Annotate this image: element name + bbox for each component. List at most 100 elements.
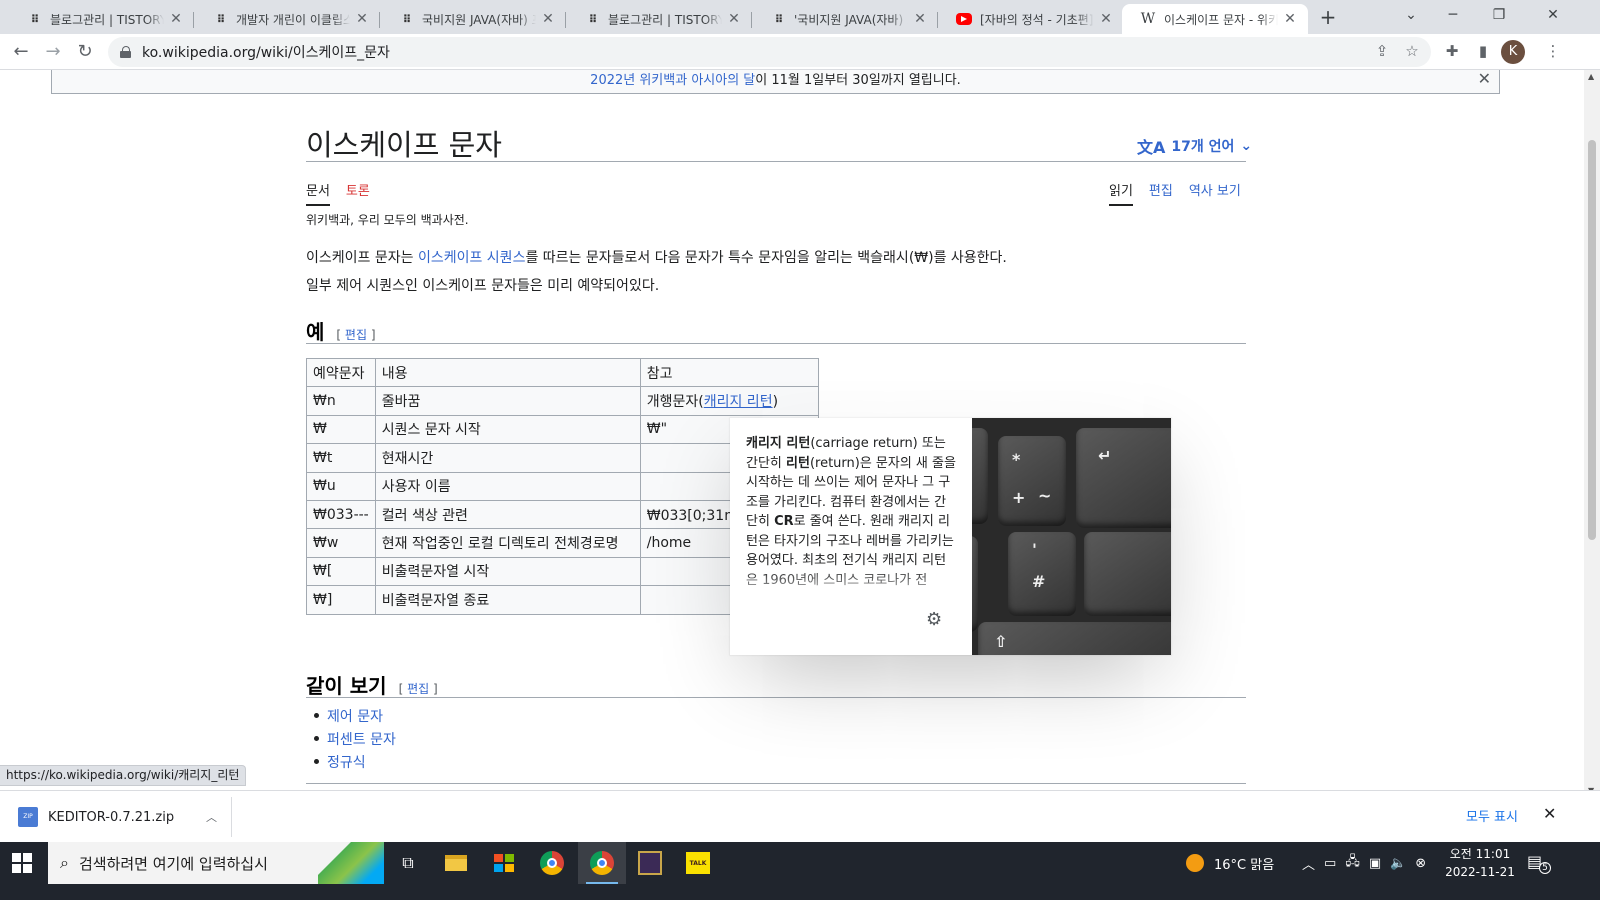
page-preview-popup[interactable]: 캐리지 리턴(carriage return) 또는 간단히 리턴(return… — [730, 418, 1171, 655]
clock-time: 오전 11:01 — [1449, 847, 1511, 861]
close-icon[interactable]: ✕ — [912, 11, 928, 27]
page-title: 이스케이프 문자 — [306, 128, 502, 162]
taskbar-search-box[interactable]: ⌕ 검색하려면 여기에 입력하십시 — [48, 842, 384, 884]
list-item: 제어 문자 — [314, 704, 396, 727]
preview-thumbnail-keyboard[interactable]: * + ~ ↵ ' # ⇧ — [972, 418, 1171, 655]
new-tab-button[interactable]: + — [1316, 6, 1340, 30]
table-cell: 사용자 이름 — [374, 471, 641, 501]
page-scrollbar[interactable]: ▲ ▼ — [1584, 70, 1600, 798]
chrome-profile-icon[interactable] — [578, 842, 626, 884]
wikipedia-icon: W — [1140, 11, 1156, 27]
display-icon[interactable]: ▣ — [1369, 856, 1381, 871]
section-divider — [306, 697, 1246, 698]
forward-icon[interactable]: → — [40, 39, 66, 65]
tab-read[interactable]: 읽기 — [1109, 180, 1133, 206]
extensions-icon[interactable]: ✚ — [1440, 39, 1464, 63]
close-icon[interactable]: ✕ — [1282, 11, 1298, 27]
tab-edit[interactable]: 편집 — [1149, 180, 1173, 206]
kakaotalk-icon[interactable]: TALK — [674, 842, 722, 884]
intro-paragraph-2: 일부 제어 시퀀스인 이스케이프 문자들은 미리 예약되어있다. — [306, 278, 660, 294]
table-cell: ₩n — [306, 386, 376, 416]
app-game-icon[interactable] — [626, 842, 674, 884]
tab-article[interactable]: 문서 — [306, 180, 330, 206]
windows-start-icon[interactable] — [12, 853, 32, 873]
carriage-return-link[interactable]: 캐리지 리턴 — [704, 394, 773, 410]
scrollbar-thumb[interactable] — [1588, 140, 1596, 540]
file-explorer-icon[interactable] — [432, 842, 480, 884]
close-icon[interactable]: ✕ — [168, 11, 184, 27]
side-panel-icon[interactable]: ▮ — [1471, 39, 1495, 63]
table-header: 예약문자 — [306, 357, 376, 388]
tab-3[interactable]: ⠿ 블로그관리 | TISTORY ✕ — [566, 4, 752, 34]
see-also-link[interactable]: 정규식 — [327, 752, 366, 772]
restore-button[interactable]: ❐ — [1476, 0, 1522, 30]
section-edit-link[interactable]: [ 편집 ] — [399, 680, 438, 697]
ime-status-icon[interactable]: ⊗ — [1415, 856, 1426, 871]
tab-strip: ⠿ 블로그관리 | TISTORY ✕ ⠿ 개발자 개린이 이클립스 ✕ ⠿ 국… — [0, 0, 1600, 34]
system-tray: ︿ ▭ 🖧 ▣ 🔈 ⊗ — [1302, 842, 1426, 884]
tab-search-icon[interactable]: ⌄ — [1388, 0, 1434, 30]
volume-icon[interactable]: 🔈 — [1390, 856, 1406, 871]
close-icon[interactable]: ✕ — [1543, 804, 1556, 823]
tab-0[interactable]: ⠿ 블로그관리 | TISTORY ✕ — [8, 4, 194, 34]
weather-widget[interactable]: 16°C 맑음 — [1186, 842, 1274, 884]
tab-title: '국비지원 JAVA(자바) 프 — [794, 12, 908, 27]
network-icon[interactable]: 🖧 — [1345, 852, 1360, 874]
taskbar-clock[interactable]: 오전 11:01 2022-11-21 — [1440, 845, 1520, 881]
see-also-link[interactable]: 제어 문자 — [327, 706, 383, 726]
tab-4[interactable]: ⠿ '국비지원 JAVA(자바) 프 ✕ — [752, 4, 938, 34]
close-icon[interactable]: ✕ — [1098, 11, 1114, 27]
section-heading-see-also: 같이 보기 [ 편집 ] — [306, 670, 438, 699]
lock-icon[interactable] — [120, 46, 132, 58]
meet-icon[interactable]: ▭ — [1324, 856, 1336, 871]
see-also-link[interactable]: 퍼센트 문자 — [327, 729, 396, 749]
weather-text: 16°C 맑음 — [1214, 857, 1275, 873]
close-icon[interactable]: ✕ — [726, 11, 742, 27]
tab-6-active[interactable]: W 이스케이프 문자 - 위키 ✕ — [1122, 4, 1308, 34]
tab-history[interactable]: 역사 보기 — [1189, 180, 1241, 206]
table-cell: ₩033--- — [306, 499, 376, 530]
banner-text: 이 11월 1일부터 30일까지 열립니다. — [755, 73, 961, 88]
show-all-downloads-button[interactable]: 모두 표시 — [1466, 806, 1518, 825]
intro-text: 를 따르는 문자들로서 다음 문자가 특수 문자임을 알리는 백슬래시(₩)를 … — [525, 250, 1007, 266]
share-icon[interactable]: ⇪ — [1370, 39, 1394, 63]
close-icon[interactable]: ✕ — [354, 11, 370, 27]
table-cell: 시퀀스 문자 시작 — [374, 414, 641, 445]
reload-icon[interactable]: ↻ — [72, 39, 98, 65]
tab-5[interactable]: [자바의 정석 - 기초편] ✕ — [938, 4, 1124, 34]
back-icon[interactable]: ← — [8, 39, 34, 65]
task-view-icon[interactable]: ⧉ — [384, 842, 432, 884]
table-header-row: 예약문자 내용 참고 — [306, 357, 819, 388]
chevron-up-icon[interactable]: ︿ — [1302, 854, 1315, 873]
window-close-button[interactable]: ✕ — [1530, 0, 1576, 30]
preview-extract[interactable]: 캐리지 리턴(carriage return) 또는 간단히 리턴(return… — [730, 418, 972, 655]
address-bar[interactable]: ko.wikipedia.org/wiki/이스케이프_문자 — [108, 37, 1431, 67]
chevron-up-icon[interactable]: ︿ — [206, 809, 217, 825]
language-button[interactable]: 文A 17개 언어 ⌄ — [1137, 134, 1252, 158]
menu-kebab-icon[interactable]: ⋮ — [1541, 39, 1565, 63]
chrome-icon[interactable] — [528, 842, 576, 884]
translate-icon: 文A — [1137, 138, 1166, 157]
notification-icon[interactable]: ▤ 5 — [1527, 852, 1551, 874]
scroll-up-icon[interactable]: ▲ — [1588, 72, 1594, 81]
table-cell: ₩[ — [306, 556, 376, 587]
tab-talk[interactable]: 토론 — [346, 180, 370, 206]
zip-file-icon: ZIP — [18, 807, 38, 827]
tab-1[interactable]: ⠿ 개발자 개린이 이클립스 ✕ — [194, 4, 380, 34]
download-item[interactable]: ZIP KEDITOR-0.7.21.zip ︿ — [8, 797, 232, 837]
table-cell: 비출력문자열 시작 — [374, 556, 641, 587]
url-text[interactable]: ko.wikipedia.org/wiki/이스케이프_문자 — [142, 42, 390, 62]
tistory-icon: ⠿ — [774, 12, 784, 26]
avatar[interactable]: K — [1501, 40, 1525, 64]
close-icon[interactable]: ✕ — [540, 11, 556, 27]
close-icon[interactable]: ✕ — [1478, 70, 1491, 93]
download-filename[interactable]: KEDITOR-0.7.21.zip — [48, 810, 174, 825]
gear-icon[interactable]: ⚙ — [926, 610, 942, 630]
microsoft-store-icon[interactable] — [480, 842, 528, 884]
bookmark-star-icon[interactable]: ☆ — [1400, 39, 1424, 63]
minimize-button[interactable]: ─ — [1430, 0, 1476, 30]
section-edit-link[interactable]: [ 편집 ] — [336, 326, 375, 343]
escape-sequence-link[interactable]: 이스케이프 시퀀스 — [418, 250, 526, 266]
banner-link[interactable]: 2022년 위키백과 아시아의 달 — [590, 73, 755, 88]
tab-2[interactable]: ⠿ 국비지원 JAVA(자바) 프 ✕ — [380, 4, 566, 34]
